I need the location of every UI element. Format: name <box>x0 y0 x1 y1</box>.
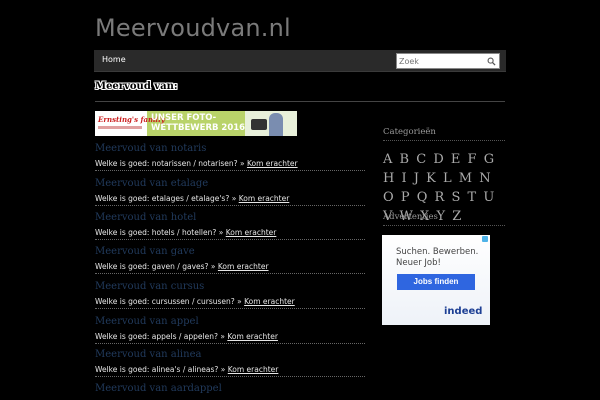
letter-link-l[interactable]: L <box>443 171 452 186</box>
list-item: Meervoud van aardappel <box>95 383 365 394</box>
excerpt-text: Welke is goed: hotels / hotellen? » <box>95 228 224 237</box>
job-ad[interactable]: Suchen. Bewerben. Neuer Job! Jobs finden… <box>382 235 490 325</box>
letter-link-h[interactable]: H <box>383 171 394 186</box>
search-icon[interactable] <box>487 57 496 66</box>
banner-ad[interactable]: Ernsting's family UNSER FOTO- WETTBEWERB… <box>95 111 297 136</box>
read-more-link[interactable]: Kom erachter <box>247 159 298 168</box>
excerpt-text: Welke is goed: etalages / etalage's? » <box>95 194 237 203</box>
letter-link-b[interactable]: B <box>400 152 410 167</box>
letter-link-f[interactable]: F <box>468 152 477 167</box>
article-excerpt: Welke is goed: appels / appelen? » Kom e… <box>95 332 365 344</box>
site-title[interactable]: Meervoudvan.nl <box>95 14 291 42</box>
letter-link-p[interactable]: P <box>401 190 410 205</box>
excerpt-text: Welke is goed: cursussen / cursusen? » <box>95 297 242 306</box>
indeed-logo: indeed <box>444 306 483 317</box>
article-title-link[interactable]: Meervoud van etalage <box>95 178 365 189</box>
letter-link-d[interactable]: D <box>433 152 443 167</box>
read-more-link[interactable]: Kom erachter <box>244 297 295 306</box>
excerpt-text: Welke is goed: alinea's / alineas? » <box>95 365 226 374</box>
article-excerpt: Welke is goed: gaven / gaves? » Kom erac… <box>95 262 365 274</box>
article-title-link[interactable]: Meervoud van alinea <box>95 349 365 360</box>
letter-link-n[interactable]: N <box>479 171 490 186</box>
article-title-link[interactable]: Meervoud van cursus <box>95 281 365 292</box>
article-excerpt: Welke is goed: notarissen / notarisen? »… <box>95 159 365 171</box>
letter-link-k[interactable]: K <box>426 171 436 186</box>
article-title-link[interactable]: Meervoud van appel <box>95 316 365 327</box>
banner-photo <box>245 111 297 136</box>
letter-link-t[interactable]: T <box>468 190 477 205</box>
letter-link-c[interactable]: C <box>416 152 426 167</box>
article-title-link[interactable]: Meervoud van hotel <box>95 212 365 223</box>
letter-link-g[interactable]: G <box>484 152 494 167</box>
list-item: Meervoud van etalage Welke is goed: etal… <box>95 178 365 206</box>
letter-link-e[interactable]: E <box>451 152 461 167</box>
list-item: Meervoud van cursus Welke is goed: cursu… <box>95 281 365 309</box>
excerpt-text: Welke is goed: gaven / gaves? » <box>95 262 216 271</box>
read-more-link[interactable]: Kom erachter <box>226 228 277 237</box>
letter-link-j[interactable]: J <box>414 171 419 186</box>
article-title-link[interactable]: Meervoud van aardappel <box>95 383 365 394</box>
letter-link-o[interactable]: O <box>383 190 394 205</box>
letter-link-m[interactable]: M <box>459 171 472 186</box>
banner-logo: Ernsting's family <box>95 111 165 136</box>
list-item: Meervoud van appel Welke is goed: appels… <box>95 316 365 344</box>
page-heading: Meervoud van: <box>95 81 178 92</box>
ad-text: Suchen. Bewerben. Neuer Job! <box>396 247 479 268</box>
read-more-link[interactable]: Kom erachter <box>218 262 269 271</box>
article-title-link[interactable]: Meervoud van notaris <box>95 143 365 154</box>
categories-heading: Categorieën <box>383 127 505 141</box>
list-item: Meervoud van hotel Welke is goed: hotels… <box>95 212 365 240</box>
ads-heading: Advertenties <box>383 212 505 226</box>
list-item: Meervoud van alinea Welke is goed: aline… <box>95 349 365 377</box>
article-excerpt: Welke is goed: hotels / hotellen? » Kom … <box>95 228 365 240</box>
camera-icon <box>251 119 267 130</box>
adchoices-icon[interactable] <box>482 236 488 242</box>
excerpt-text: Welke is goed: appels / appelen? » <box>95 332 225 341</box>
letter-link-u[interactable]: U <box>483 190 494 205</box>
letter-link-i[interactable]: I <box>401 171 406 186</box>
jobs-finden-button[interactable]: Jobs finden <box>397 274 475 290</box>
article-excerpt: Welke is goed: alinea's / alineas? » Kom… <box>95 365 365 377</box>
article-excerpt: Welke is goed: cursussen / cursusen? » K… <box>95 297 365 309</box>
letter-link-r[interactable]: R <box>435 190 445 205</box>
read-more-link[interactable]: Kom erachter <box>228 365 279 374</box>
article-title-link[interactable]: Meervoud van gave <box>95 246 365 257</box>
letter-link-a[interactable]: A <box>383 152 392 167</box>
banner-headline: UNSER FOTO- WETTBEWERB 2016 <box>151 113 246 133</box>
letter-link-s[interactable]: S <box>451 190 460 205</box>
heading-divider <box>95 101 505 102</box>
article-excerpt: Welke is goed: etalages / etalage's? » K… <box>95 194 365 206</box>
list-item: Meervoud van notaris Welke is goed: nota… <box>95 143 365 171</box>
read-more-link[interactable]: Kom erachter <box>227 332 278 341</box>
letter-link-q[interactable]: Q <box>417 190 428 205</box>
search-input[interactable] <box>399 55 483 68</box>
list-item: Meervoud van gave Welke is goed: gaven /… <box>95 246 365 274</box>
excerpt-text: Welke is goed: notarissen / notarisen? » <box>95 159 245 168</box>
banner-logo-strip <box>98 126 142 129</box>
person-image <box>269 113 283 136</box>
nav-home-link[interactable]: Home <box>102 55 126 64</box>
main-navbar: Home <box>94 50 506 72</box>
search-box <box>396 53 500 69</box>
read-more-link[interactable]: Kom erachter <box>239 194 290 203</box>
